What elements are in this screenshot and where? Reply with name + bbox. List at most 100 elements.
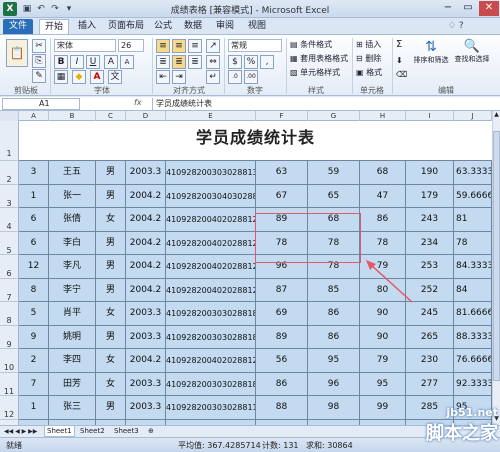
help-icon[interactable]: ♢ ?: [448, 21, 464, 31]
row-header[interactable]: 9: [0, 325, 19, 349]
name-cell[interactable]: 李凡: [49, 255, 96, 279]
name-cell[interactable]: 张三: [49, 396, 96, 420]
row-header[interactable]: 12: [0, 396, 19, 420]
decrease-indent-icon[interactable]: ⇤: [156, 70, 170, 84]
chinese-cell[interactable]: 67: [256, 184, 308, 208]
sheet-tab-2[interactable]: Sheet2: [78, 426, 107, 437]
english-cell[interactable]: 78: [360, 231, 406, 255]
shrink-font-icon[interactable]: A: [120, 55, 134, 69]
id-cell[interactable]: 12: [19, 255, 49, 279]
format-painter-icon[interactable]: ✎: [32, 69, 46, 83]
english-cell[interactable]: 79: [360, 349, 406, 373]
total-cell[interactable]: 234: [406, 231, 454, 255]
column-header-h[interactable]: H: [360, 111, 406, 121]
math-cell[interactable]: 95: [308, 349, 360, 373]
row-header[interactable]: 5: [0, 231, 19, 255]
math-cell[interactable]: 86: [308, 302, 360, 326]
birth-cell[interactable]: 2004.2: [126, 255, 166, 279]
sort-filter-button[interactable]: ⇅ 排序和筛选: [412, 39, 450, 66]
increase-indent-icon[interactable]: ⇥: [172, 70, 186, 84]
gender-cell[interactable]: 男: [96, 278, 126, 302]
italic-button[interactable]: I: [70, 55, 84, 69]
vertical-scrollbar[interactable]: ▲ ▼: [492, 111, 500, 425]
math-cell[interactable]: 96: [308, 372, 360, 396]
row-header-1[interactable]: 1: [0, 121, 19, 161]
find-select-button[interactable]: 🔍 查找和选择: [452, 39, 492, 65]
math-cell[interactable]: 65: [308, 184, 360, 208]
fx-icon[interactable]: fx: [134, 98, 142, 107]
align-center-icon[interactable]: ≣: [172, 55, 186, 69]
increase-decimal-icon[interactable]: .0: [228, 70, 242, 84]
fill-icon[interactable]: ⬇: [396, 55, 403, 66]
gender-cell[interactable]: 男: [96, 325, 126, 349]
id-cell[interactable]: 9: [19, 325, 49, 349]
idcard-cell[interactable]: 410928200303028811: [166, 396, 256, 420]
format-as-table-button[interactable]: ▦ 套用表格格式: [290, 53, 348, 64]
idcard-cell[interactable]: 410928200402028812: [166, 255, 256, 279]
math-cell[interactable]: 59: [308, 161, 360, 185]
name-box[interactable]: A1: [2, 98, 80, 110]
name-cell[interactable]: 李宁: [49, 278, 96, 302]
paste-icon[interactable]: 📋: [6, 39, 28, 67]
row-header[interactable]: 10: [0, 349, 19, 373]
name-cell[interactable]: 姚明: [49, 325, 96, 349]
number-format-select[interactable]: 常规: [228, 39, 282, 52]
gender-cell[interactable]: 男: [96, 396, 126, 420]
column-header-c[interactable]: C: [96, 111, 126, 121]
idcard-cell[interactable]: 41092820030302881​3: [166, 161, 256, 185]
format-cells-button[interactable]: ▣ 格式: [356, 67, 382, 78]
cut-icon[interactable]: ✂: [32, 39, 46, 53]
idcard-cell[interactable]: 410928200303028818: [166, 302, 256, 326]
gender-cell[interactable]: 男: [96, 184, 126, 208]
column-header-j[interactable]: J: [454, 111, 492, 121]
column-header-b[interactable]: B: [49, 111, 96, 121]
row-header[interactable]: 4: [0, 208, 19, 232]
average-cell[interactable]: 63.3333: [454, 161, 492, 185]
align-top-icon[interactable]: ≡: [156, 39, 170, 53]
name-cell[interactable]: 张一: [49, 184, 96, 208]
scroll-thumb[interactable]: [493, 131, 500, 381]
average-cell[interactable]: 76.66666: [454, 349, 492, 373]
align-middle-icon[interactable]: ≡: [172, 39, 186, 53]
font-color-icon[interactable]: A: [90, 70, 104, 84]
sheet-title-cell[interactable]: 学员成绩统计表: [19, 121, 492, 161]
column-header-g[interactable]: G: [308, 111, 360, 121]
birth-cell[interactable]: 2003.3: [126, 396, 166, 420]
minimize-button[interactable]: −: [438, 1, 458, 16]
row-header[interactable]: 11: [0, 372, 19, 396]
average-cell[interactable]: 81.66666: [454, 302, 492, 326]
gender-cell[interactable]: 女: [96, 372, 126, 396]
id-cell[interactable]: 6: [19, 208, 49, 232]
id-cell[interactable]: 1: [19, 396, 49, 420]
comma-button[interactable]: ,: [260, 55, 274, 69]
birth-cell[interactable]: 2004.2: [126, 231, 166, 255]
average-cell[interactable]: 81: [454, 208, 492, 232]
undo-icon[interactable]: ↶: [35, 3, 47, 15]
conditional-format-button[interactable]: ▤ 条件格式: [290, 39, 332, 50]
font-size-select[interactable]: 26: [118, 39, 144, 52]
math-cell[interactable]: 98: [308, 396, 360, 420]
english-cell[interactable]: 68: [360, 161, 406, 185]
idcard-cell[interactable]: 410928200402028812: [166, 349, 256, 373]
row-header[interactable]: 3: [0, 184, 19, 208]
birth-cell[interactable]: 2004.2: [126, 349, 166, 373]
save-icon[interactable]: ▣: [21, 3, 33, 15]
row-header[interactable]: 7: [0, 278, 19, 302]
column-header-i[interactable]: I: [406, 111, 454, 121]
maximize-button[interactable]: ▭: [458, 1, 478, 16]
average-cell[interactable]: 84: [454, 278, 492, 302]
name-cell[interactable]: 李白: [49, 231, 96, 255]
tab-review[interactable]: 审阅: [212, 19, 238, 34]
id-cell[interactable]: 3: [19, 161, 49, 185]
id-cell[interactable]: 5: [19, 302, 49, 326]
total-cell[interactable]: 277: [406, 372, 454, 396]
english-cell[interactable]: 86: [360, 208, 406, 232]
name-cell[interactable]: 张倩: [49, 208, 96, 232]
average-cell[interactable]: 88.33333: [454, 325, 492, 349]
align-bottom-icon[interactable]: ≡: [188, 39, 202, 53]
customize-icon[interactable]: ▾: [63, 3, 75, 15]
redo-icon[interactable]: ↷: [49, 3, 61, 15]
gender-cell[interactable]: 女: [96, 208, 126, 232]
id-cell[interactable]: 8: [19, 278, 49, 302]
select-all-corner[interactable]: [0, 111, 19, 121]
